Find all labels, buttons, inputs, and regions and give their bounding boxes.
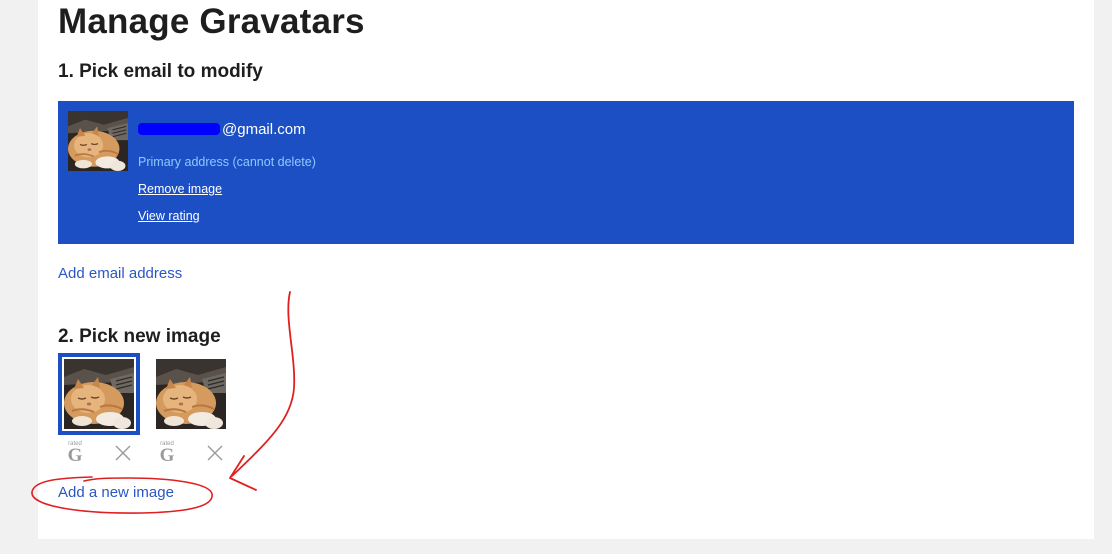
email-address: @gmail.com	[138, 121, 306, 138]
view-rating-link[interactable]: View rating	[138, 209, 200, 223]
redacted-email-username	[138, 123, 220, 136]
delete-image-1-icon[interactable]	[114, 444, 132, 462]
email-domain: @gmail.com	[222, 121, 306, 138]
remove-image-link[interactable]: Remove image	[138, 182, 222, 196]
image-option-thumbnail	[156, 359, 226, 429]
add-new-image-link[interactable]: Add a new image	[58, 484, 174, 501]
rating-g-icon[interactable]: rated G	[65, 441, 85, 465]
rating-letter: G	[159, 445, 175, 466]
image-option-2[interactable]	[150, 353, 232, 435]
add-email-address-link[interactable]: Add email address	[58, 265, 182, 282]
image-option-1-selected[interactable]	[58, 353, 140, 435]
rating-letter: G	[67, 445, 83, 466]
delete-image-2-icon[interactable]	[206, 444, 224, 462]
step2-heading: 2. Pick new image	[58, 326, 221, 347]
image-option-thumbnail	[64, 359, 134, 429]
email-card-selected[interactable]: @gmail.com Primary address (cannot delet…	[58, 101, 1074, 244]
primary-address-note: Primary address (cannot delete)	[138, 155, 316, 169]
rating-g-icon[interactable]: rated G	[157, 441, 177, 465]
email-avatar	[68, 111, 128, 171]
page-title: Manage Gravatars	[58, 2, 365, 41]
step1-heading: 1. Pick email to modify	[58, 61, 263, 82]
